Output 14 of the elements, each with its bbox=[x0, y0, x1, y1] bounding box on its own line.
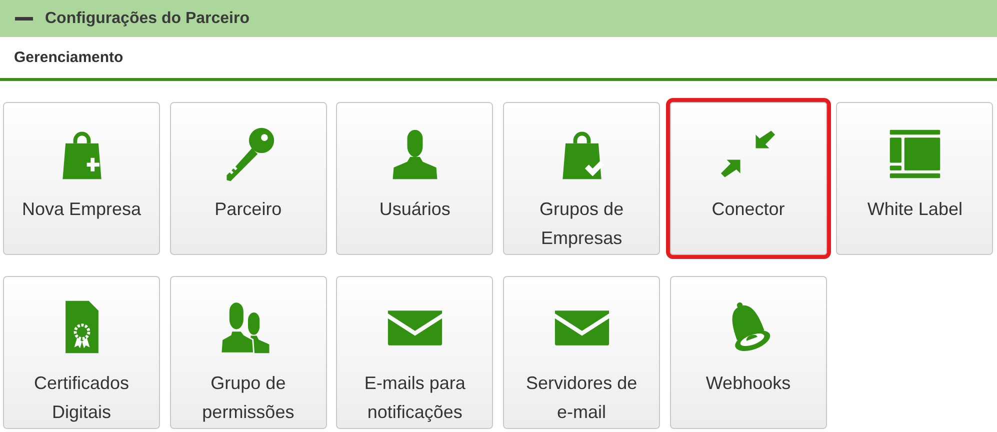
menu-tile[interactable]: Nova Empresa bbox=[3, 102, 160, 255]
menu-tile[interactable]: E-mails para notificações bbox=[336, 276, 494, 429]
menu-tile[interactable]: White Label bbox=[836, 102, 994, 255]
menu-tile[interactable]: Servidores de e-mail bbox=[503, 276, 660, 429]
section-title: Gerenciamento bbox=[14, 49, 124, 66]
menu-tile[interactable]: Grupo de permissões bbox=[170, 276, 327, 429]
menu-tile[interactable]: Usuários bbox=[336, 102, 494, 255]
menu-tile[interactable]: Certificados Digitais bbox=[3, 276, 160, 429]
menu-tile[interactable]: Webhooks bbox=[670, 276, 827, 429]
menu-tile[interactable]: Parceiro bbox=[170, 102, 327, 255]
panel-title: Configurações do Parceiro bbox=[45, 10, 250, 28]
panel-header[interactable]: Configurações do Parceiro bbox=[0, 0, 997, 37]
menu-tile[interactable]: Grupos de Empresas bbox=[503, 102, 660, 255]
collapse-icon[interactable] bbox=[15, 16, 33, 20]
